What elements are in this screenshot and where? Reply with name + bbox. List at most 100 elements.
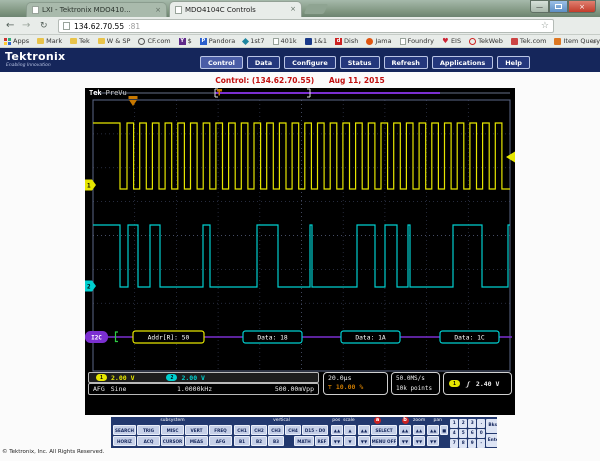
minimize-button[interactable]: — [530,0,549,13]
square-icon [305,38,312,45]
panel-vert-button[interactable]: VERT [185,425,208,435]
panel-ch3-button[interactable]: CH3 [268,425,284,435]
trigger-slope-icon: ʃ [466,380,470,388]
bookmark-foundry[interactable]: Foundry [400,37,434,45]
panel-menu-off-button[interactable]: MENU OFF [371,436,397,446]
bookmarks-overflow-icon[interactable]: » [592,37,597,46]
numpad-6-button[interactable]: 6 [468,429,476,438]
bookmark-label: $ [188,37,192,45]
panel-ch4-button[interactable]: CH4 [285,425,301,435]
numpad-9-button[interactable]: 9 [468,439,476,448]
numpad-8-button[interactable]: 8 [459,439,467,448]
panel-blank-button[interactable]: ▼▼ [331,436,343,446]
panel-d15-d0-button[interactable]: D15 - D0 [302,425,328,435]
close-tab-icon[interactable]: × [290,6,296,13]
panel-acq-button[interactable]: ACQ [137,436,160,446]
close-button[interactable]: × [568,0,596,13]
panel-blank-button[interactable]: ▲▲ [331,425,343,435]
numpad-2-button[interactable]: 2 [459,419,467,428]
bookmark-1st7[interactable]: 1st7 [243,37,264,45]
panel-trig-button[interactable]: TRIG [137,425,160,435]
panel-b2-button[interactable]: B2 [251,436,267,446]
panel-blank-button[interactable]: ▼ [344,436,356,446]
bksp-button[interactable]: Bksp [486,419,497,433]
tab-controls[interactable]: MDO4104C Controls × [169,1,302,17]
bookmark-tek-com[interactable]: Tek.com [511,37,547,45]
bookmark-blank[interactable]: Y$ [179,37,192,45]
bookmark-401k[interactable]: 401k [273,37,297,45]
nav-help-button[interactable]: Help [497,56,530,69]
numpad-4-button[interactable]: 4 [450,429,458,438]
panel-blank-button[interactable]: ▲ [344,425,356,435]
trigger-readout: 1 ʃ 2.40 V [443,372,512,395]
status-line: Control: (134.62.70.55) Aug 11, 2015 [0,76,600,85]
control-address: Control: (134.62.70.55) [215,76,314,85]
panel-horiz-button[interactable]: HORIZ [113,436,136,446]
panel-math-button[interactable]: MATH [294,436,314,446]
bookmark-star-icon[interactable]: ☆ [541,21,549,31]
enter-button[interactable]: Enter [486,434,497,448]
numpad-5-button[interactable]: 5 [459,429,467,438]
panel-search-button[interactable]: SEARCH [113,425,136,435]
numpad-1-button[interactable]: 1 [450,419,458,428]
letter-icon: P [200,38,207,45]
panel-b1-button[interactable]: B1 [234,436,250,446]
nav-refresh-button[interactable]: Refresh [384,56,428,69]
panel-misc-button[interactable]: MISC [161,425,184,435]
nav-status-button[interactable]: Status [340,56,380,69]
panel-ref-button[interactable]: REF [315,436,329,446]
afg-waveform: Sine [111,385,127,393]
svg-text:Data: 1C: Data: 1C [454,335,485,342]
panel-blank-button[interactable]: ▼▼ [413,436,425,446]
tab-lxi[interactable]: LXI - Tektronix MDO410... × [26,2,167,17]
panel-blank-button[interactable]: ▲▲ [399,425,411,435]
new-tab-button[interactable] [304,4,329,14]
forward-icon[interactable]: → [22,20,30,32]
panel-blank-button[interactable]: ▼▼ [358,436,370,446]
panel-blank-button[interactable]: ▼▼ [399,436,411,446]
ch2-badge: 2 [166,374,177,381]
nav-configure-button[interactable]: Configure [284,56,336,69]
url-input[interactable]: 134.62.70.55 :81 ☆ [58,19,554,33]
bookmark-dish[interactable]: dDish [335,37,358,45]
panel-group-a: a▲▲SELECT▼▼MENU OFF [358,418,397,447]
panel-afg-button[interactable]: AFG [209,436,232,446]
bookmark-pandora[interactable]: PPandora [200,37,236,45]
panel-blank-button[interactable]: ▲▲ [427,425,439,435]
panel-cursor-button[interactable]: CURSOR [161,436,184,446]
numpad-7-button[interactable]: 7 [450,439,458,448]
panel-blank-button[interactable]: ■ [440,425,448,435]
circle-icon [366,38,373,45]
numpad-3-button[interactable]: 3 [468,419,476,428]
nav-applications-button[interactable]: Applications [432,56,493,69]
bookmark-mark[interactable]: Mark [37,37,62,45]
bookmark-1-1[interactable]: 1&1 [305,37,327,45]
panel-ch1-button[interactable]: CH1 [234,425,250,435]
bookmark-tekweb[interactable]: TekWeb [469,37,503,45]
nav-control-button[interactable]: Control [200,56,243,69]
bookmark-label: Jama [375,37,391,45]
maximize-button[interactable] [549,0,568,13]
bookmark-w-sp[interactable]: W & SP [98,37,131,45]
bookmark-tek[interactable]: Tek [70,37,90,45]
bookmark-eis[interactable]: ♥EIS [442,37,461,45]
panel-freq-button[interactable]: FREQ [209,425,232,435]
reload-icon[interactable]: ↻ [40,20,48,32]
close-tab-icon[interactable]: × [155,7,161,14]
numpad-0-button[interactable]: 0 [477,429,485,438]
panel-blank-button[interactable]: ▲▲ [358,425,370,435]
panel-blank-button[interactable]: ▲▲ [413,425,425,435]
panel-meas-button[interactable]: MEAS [185,436,208,446]
numpad-blank-button[interactable]: . [477,419,485,428]
apps-shortcut[interactable]: Apps [4,37,29,45]
panel-ch2-button[interactable]: CH2 [251,425,267,435]
group-header: vertical [234,418,329,424]
bookmark-jama[interactable]: Jama [366,37,391,45]
nav-data-button[interactable]: Data [247,56,280,69]
panel-select-button[interactable]: SELECT [371,425,397,435]
back-icon[interactable]: ← [6,20,14,32]
panel-blank-button[interactable]: ▼▼ [427,436,439,446]
numpad-blank-button[interactable]: - [477,439,485,448]
panel-b3-button[interactable]: B3 [268,436,284,446]
bookmark-cf-com[interactable]: CF.com [138,37,170,45]
